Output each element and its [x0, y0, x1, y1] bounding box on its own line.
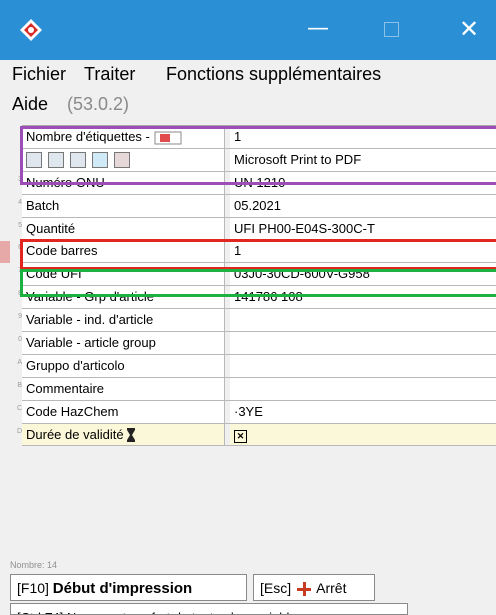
close-button[interactable]: ✕ — [454, 14, 484, 44]
row-label: Variable - ind. d'article — [22, 309, 225, 332]
version-label: (53.0.2) — [67, 94, 130, 114]
row-marker — [0, 241, 10, 263]
row-label: Commentaire — [22, 377, 225, 400]
start-print-button[interactable]: [F10] Début d'impression — [10, 574, 247, 601]
maximize-icon — [383, 22, 399, 37]
menu-aide[interactable]: Aide — [12, 94, 48, 115]
row-label: Variable - article group — [22, 332, 225, 354]
stop-hand-icon — [297, 582, 312, 597]
row-value[interactable] — [230, 377, 496, 400]
title-bar: — ✕ — [0, 0, 496, 60]
minimize-button[interactable]: — — [303, 14, 333, 44]
row-value[interactable]: 05.2021 — [230, 194, 496, 217]
highlight-green — [20, 269, 496, 297]
table-row: 0 Variable - article group — [18, 332, 496, 355]
row-value[interactable]: UFI PH00-E04S-300C-T — [230, 217, 496, 240]
table-row: 5 Quantité UFI PH00-E04S-300C-T — [18, 217, 496, 241]
stop-button[interactable]: [Esc] Arrêt — [253, 574, 375, 601]
menu-traiter[interactable]: Traiter — [84, 64, 135, 85]
validity-checkbox[interactable]: ✕ — [234, 429, 247, 443]
table-row: 9 Variable - ind. d'article — [18, 309, 496, 333]
row-value[interactable] — [230, 309, 496, 332]
table-row: D Durée de validité ✕ — [17, 423, 496, 447]
status-count: Nombre: 14 — [10, 560, 58, 570]
row-label: Gruppo d'articolo — [22, 354, 225, 377]
menu-bar-second-line: Aide (53.0.2) — [0, 92, 496, 118]
row-value[interactable] — [230, 354, 496, 377]
table-row: A Gruppo d'articolo — [17, 354, 496, 378]
row-label: Durée de validité — [22, 423, 225, 446]
menu-fonctions-supplementaires[interactable]: Fonctions supplémentaires — [166, 64, 381, 85]
row-value[interactable]: ✕ — [230, 423, 496, 446]
menu-fichier[interactable]: Fichier — [12, 64, 66, 85]
row-label: Quantité — [22, 217, 225, 240]
transfer-variables-button[interactable]: [Ctrl F4] Nouveau transfert de toutes le… — [10, 603, 408, 615]
maximize-button[interactable] — [376, 14, 406, 44]
table-row: 4 Batch 05.2021 — [18, 194, 496, 218]
row-label: Code HazChem — [22, 400, 225, 423]
app-logo-icon — [20, 19, 42, 41]
table-row: B Commentaire — [17, 377, 496, 401]
highlight-red — [20, 239, 496, 270]
hourglass-icon — [127, 428, 136, 443]
row-value[interactable] — [230, 332, 496, 354]
table-row: C Code HazChem ·3YE — [17, 400, 496, 424]
menu-bar: Fichier Traiter Fonctions supplémentaire… — [0, 62, 496, 88]
row-label: Batch — [22, 194, 225, 217]
row-value[interactable]: ·3YE — [230, 400, 496, 423]
highlight-purple — [20, 126, 496, 185]
